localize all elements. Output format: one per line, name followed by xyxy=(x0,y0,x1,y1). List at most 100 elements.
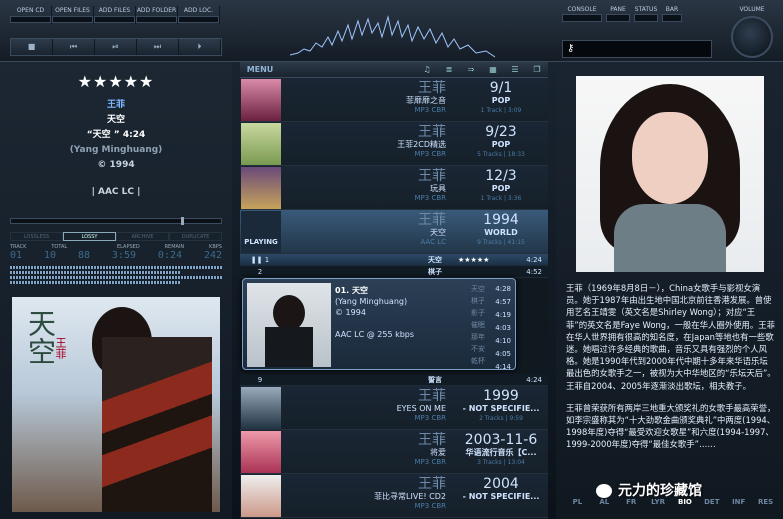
album-row[interactable]: 王菲 菲比寻常LIVE! CD2 MP3 CBR 2004 - NOT SPEC… xyxy=(240,474,548,518)
watermark-text: 元力的珍藏馆 xyxy=(618,483,702,499)
album-row[interactable]: 王菲 王菲2CD精选 MP3 CBR 9/23 POP 5 Tracks | 1… xyxy=(240,122,548,166)
status-button[interactable]: STATUS xyxy=(634,6,658,22)
track-duration: 4:24 xyxy=(526,255,542,264)
mode-lossless[interactable]: LOSSLESS xyxy=(10,232,63,241)
cover-figure-body xyxy=(102,337,212,512)
player-window: OPEN CD OPEN FILES ADD FILES ADD FOLDER … xyxy=(0,0,783,519)
tab-det[interactable]: DET xyxy=(698,498,725,506)
track-title: 棋子 xyxy=(428,267,442,276)
composer: (Yang Minghuang) xyxy=(69,145,163,155)
tooltip-title: 01. 天空 xyxy=(335,286,368,295)
album-row[interactable]: 王菲 将爱 MP3 CBR 2003-11-6 华语流行音乐【C... 3 Tr… xyxy=(240,430,548,474)
window-icon[interactable]: ❐ xyxy=(526,65,548,74)
grid-icon[interactable]: ▦ xyxy=(482,65,504,74)
add-folder-button[interactable]: ADD FOLDER xyxy=(136,6,178,24)
album-date: 12/3 xyxy=(485,168,517,184)
pane-button[interactable]: PANE xyxy=(606,6,630,22)
file-buttons: OPEN CD OPEN FILES ADD FILES ADD FOLDER … xyxy=(10,6,220,24)
album-row[interactable]: 王菲 EYES ON ME MP3 CBR 1999 - NOT SPECIFI… xyxy=(240,386,548,430)
previous-button[interactable]: ⏮ xyxy=(53,39,95,55)
track-rating[interactable]: ★★★★★ xyxy=(458,256,518,264)
album-date-block: 1999 - NOT SPECIFIE... 2 Tracks | 9:59 xyxy=(446,388,556,423)
list-icon[interactable]: ≣ xyxy=(438,65,460,74)
album-row-playing[interactable]: PLAYING 王菲 天空 AAC LC 1994 WORLD 9 Tracks… xyxy=(240,210,548,254)
search-field[interactable]: ⚷ xyxy=(562,40,712,58)
track-row-current[interactable]: ❚❚ 1 天空 ★★★★★ 4:24 xyxy=(240,254,548,266)
bar-button[interactable]: BAR xyxy=(662,6,682,22)
album-title: 菲比寻常LIVE! CD2 xyxy=(374,492,446,501)
album-thumbnail xyxy=(241,431,281,473)
tab-res[interactable]: RES xyxy=(752,498,779,506)
waveform-visualizer xyxy=(290,15,495,58)
album-thumbnail xyxy=(241,123,281,165)
album-name: 天空 xyxy=(106,115,125,125)
album-date-block: 12/3 POP 1 Track | 3:36 xyxy=(446,168,556,203)
track-duration: 4:24 xyxy=(526,375,542,384)
add-folder-label: ADD FOLDER xyxy=(136,7,177,14)
album-artist: 王菲 xyxy=(418,476,446,492)
album-artist: 王菲 xyxy=(418,212,446,228)
tab-pl[interactable]: PL xyxy=(564,498,591,506)
track-row[interactable]: 2 棋子 4:52 xyxy=(240,266,548,278)
tooltip-track: 乾杯 xyxy=(471,357,485,365)
level-meter-4 xyxy=(10,281,180,284)
menu-button[interactable]: MENU xyxy=(240,65,280,74)
track-title: “天空 ” 4:24 xyxy=(86,130,146,140)
tooltip-codec: AAC LC @ 255 kbps xyxy=(335,330,415,339)
pause-icon[interactable]: ❚❚ 1 xyxy=(240,256,280,264)
bio-paragraph: 王菲曾荣获所有两岸三地重大颁奖礼的女歌手最高荣誉，如李宗盛称其为“十大劲歌金曲颁… xyxy=(566,402,776,450)
album-date: 1994 xyxy=(483,212,519,228)
menu-icon[interactable]: ☰ xyxy=(504,65,526,74)
copyright-year: © 1994 xyxy=(97,160,135,170)
album-track-count: 1 Track | 3:09 xyxy=(480,107,522,114)
open-cd-label: OPEN CD xyxy=(16,7,45,14)
level-meter-right xyxy=(10,271,180,274)
album-title: 天空 xyxy=(430,228,446,237)
artist-photo xyxy=(576,76,764,272)
playlist-pane: MENU ♫ ≣ ⇒ ▦ ☰ ❐ 王菲 菲靡靡之音 MP3 CBR 9/1 PO… xyxy=(240,62,548,519)
album-row[interactable]: 王菲 菲靡靡之音 MP3 CBR 9/1 POP 1 Track | 3:09 xyxy=(240,78,548,122)
album-date: 9/23 xyxy=(485,124,517,140)
seek-handle[interactable] xyxy=(181,217,184,225)
album-track-count: 1 Track | 3:36 xyxy=(480,195,522,202)
open-button[interactable]: ⏵ xyxy=(179,39,221,55)
arrow-right-icon[interactable]: ⇒ xyxy=(460,65,482,74)
album-thumbnail xyxy=(241,387,281,429)
add-location-label: ADD LOC. xyxy=(183,7,214,14)
tooltip-duration: 4:10 xyxy=(495,337,511,345)
album-title: 菲靡靡之音 xyxy=(406,96,446,105)
album-format: MP3 CBR xyxy=(414,502,447,510)
bio-paragraph: 王菲（1969年8月8日－），China女歌手与影视女演员。她于1987年由出生… xyxy=(566,283,776,391)
tab-inf[interactable]: INF xyxy=(725,498,752,506)
album-format: AAC LC xyxy=(420,238,446,246)
seek-bar[interactable] xyxy=(10,217,222,225)
album-date-block: 9/23 POP 5 Tracks | 18:33 xyxy=(446,124,556,159)
volume-control: VOLUME xyxy=(731,6,773,58)
open-cd-button[interactable]: OPEN CD xyxy=(10,6,52,24)
mode-duplicate[interactable]: DUPLICATE xyxy=(169,232,222,241)
album-row[interactable]: 王菲 玩具 MP3 CBR 12/3 POP 1 Track | 3:36 xyxy=(240,166,548,210)
add-files-button[interactable]: ADD FILES xyxy=(94,6,136,24)
rating-stars[interactable]: ★★★★★ xyxy=(0,72,232,91)
mode-lossy[interactable]: LOSSY xyxy=(63,232,116,241)
open-files-button[interactable]: OPEN FILES xyxy=(52,6,94,24)
codec-label: | AAC LC | xyxy=(91,187,141,197)
quality-modes: LOSSLESS LOSSY ARCHIVE DUPLICATE xyxy=(10,232,222,241)
mode-archive[interactable]: ARCHIVE xyxy=(116,232,169,241)
album-artist: 王菲 xyxy=(418,432,446,448)
volume-knob[interactable] xyxy=(731,16,773,58)
album-cover[interactable]: 天空 王菲 xyxy=(12,297,220,512)
stop-button[interactable]: ■ xyxy=(11,39,53,55)
music-note-icon[interactable]: ♫ xyxy=(416,65,438,74)
add-location-button[interactable]: ADD LOC. xyxy=(178,6,220,24)
album-date: 2003-11-6 xyxy=(464,432,538,448)
console-button[interactable]: CONSOLE xyxy=(562,6,602,22)
album-date-block: 2003-11-6 华语流行音乐【C... 3 Tracks | 13:04 xyxy=(446,432,556,467)
stat-remain-value: 0:24 xyxy=(157,250,183,261)
album-format: MP3 CBR xyxy=(414,150,447,158)
next-button[interactable]: ⏭ xyxy=(137,39,179,55)
track-row[interactable]: 9 誓言 4:24 xyxy=(240,374,548,386)
play-pause-button[interactable]: ⏯ xyxy=(95,39,137,55)
tooltip-durations: 4:28 4:57 4:19 4:03 4:10 4:05 4:14 xyxy=(495,283,511,374)
album-format: MP3 CBR xyxy=(414,106,447,114)
